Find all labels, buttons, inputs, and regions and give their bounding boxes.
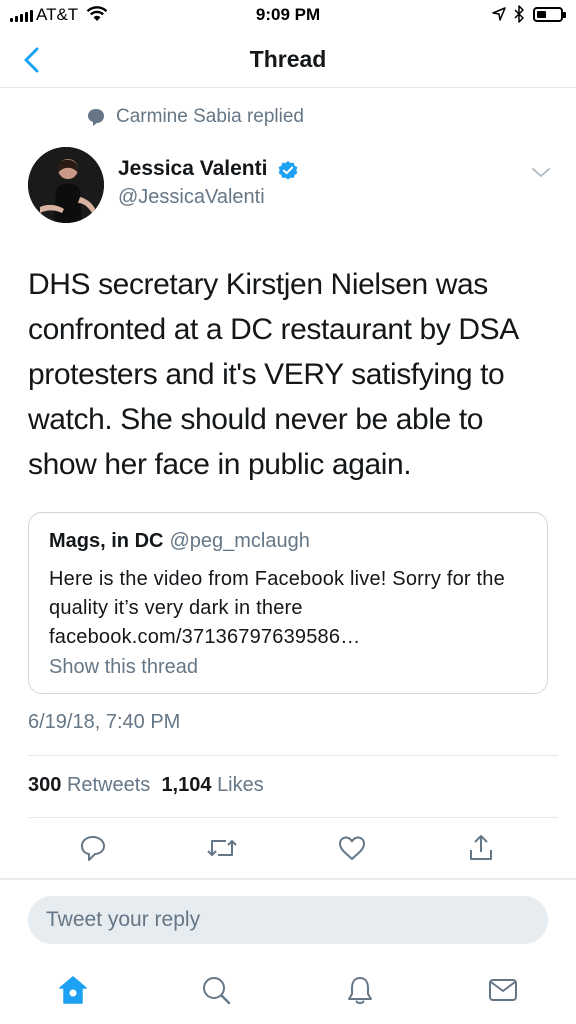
retweet-icon — [207, 840, 237, 856]
messages-icon — [489, 979, 517, 1001]
likes-count[interactable]: 1,104 — [161, 774, 211, 796]
like-icon — [339, 836, 365, 860]
reply-icon — [81, 836, 105, 861]
quoted-tweet-header: Mags, in DC @peg_mclaugh — [49, 530, 310, 553]
quoted-tweet-text: Here is the video from Facebook live! So… — [49, 568, 505, 648]
retweets-count[interactable]: 300 — [28, 774, 61, 796]
search-icon — [203, 977, 231, 1005]
show-thread-link[interactable]: Show this thread — [49, 656, 198, 679]
location-icon — [492, 7, 506, 21]
reply-context[interactable]: Carmine Sabia replied — [86, 106, 304, 128]
reply-placeholder: Tweet your reply — [46, 908, 201, 931]
share-icon — [470, 835, 492, 860]
status-time: 9:09 PM — [255, 5, 321, 24]
verified-badge-icon — [278, 161, 298, 180]
nav-bar: Thread — [0, 34, 576, 88]
chevron-down-icon[interactable] — [530, 166, 552, 180]
reply-button[interactable] — [75, 830, 111, 866]
quoted-author-name: Mags, in DC — [49, 530, 164, 552]
avatar[interactable] — [28, 147, 104, 223]
notifications-icon — [348, 977, 372, 1004]
tweet-text: DHS secretary Kirstjen Nielsen was confr… — [28, 268, 518, 481]
page-title: Thread — [249, 46, 327, 72]
divider — [28, 755, 558, 756]
retweet-button[interactable] — [204, 830, 240, 866]
quoted-tweet[interactable]: Mags, in DC @peg_mclaugh Here is the vide… — [28, 512, 548, 694]
share-button[interactable] — [463, 830, 499, 866]
bluetooth-icon — [514, 5, 524, 23]
likes-label[interactable]: Likes — [217, 774, 264, 796]
tweet-timestamp: 6/19/18, 7:40 PM — [28, 711, 181, 733]
reply-bubble-icon — [88, 109, 104, 126]
reply-input[interactable]: Tweet your reply — [28, 896, 548, 944]
tab-search[interactable] — [198, 972, 234, 1008]
tab-home[interactable] — [55, 972, 91, 1008]
tab-notifications[interactable] — [342, 972, 378, 1008]
tab-messages[interactable] — [485, 972, 521, 1008]
home-icon — [59, 976, 87, 1004]
tab-bar — [0, 960, 576, 1024]
like-button[interactable] — [334, 830, 370, 866]
quoted-author-handle: @peg_mclaugh — [169, 530, 310, 552]
divider — [28, 817, 558, 818]
retweets-label[interactable]: Retweets — [67, 774, 150, 796]
section-divider — [0, 878, 576, 880]
tweet-actions — [0, 830, 576, 866]
avatar-photo — [28, 147, 104, 223]
author-handle[interactable]: @JessicaValenti — [118, 186, 265, 209]
reply-context-text: Carmine Sabia replied — [116, 106, 304, 127]
author-name[interactable]: Jessica Valenti — [118, 157, 267, 181]
battery-icon — [533, 7, 566, 22]
tweet-stats: 300 Retweets 1,104 Likes — [28, 774, 264, 797]
status-bar: AT&T 9:09 PM — [0, 0, 576, 34]
